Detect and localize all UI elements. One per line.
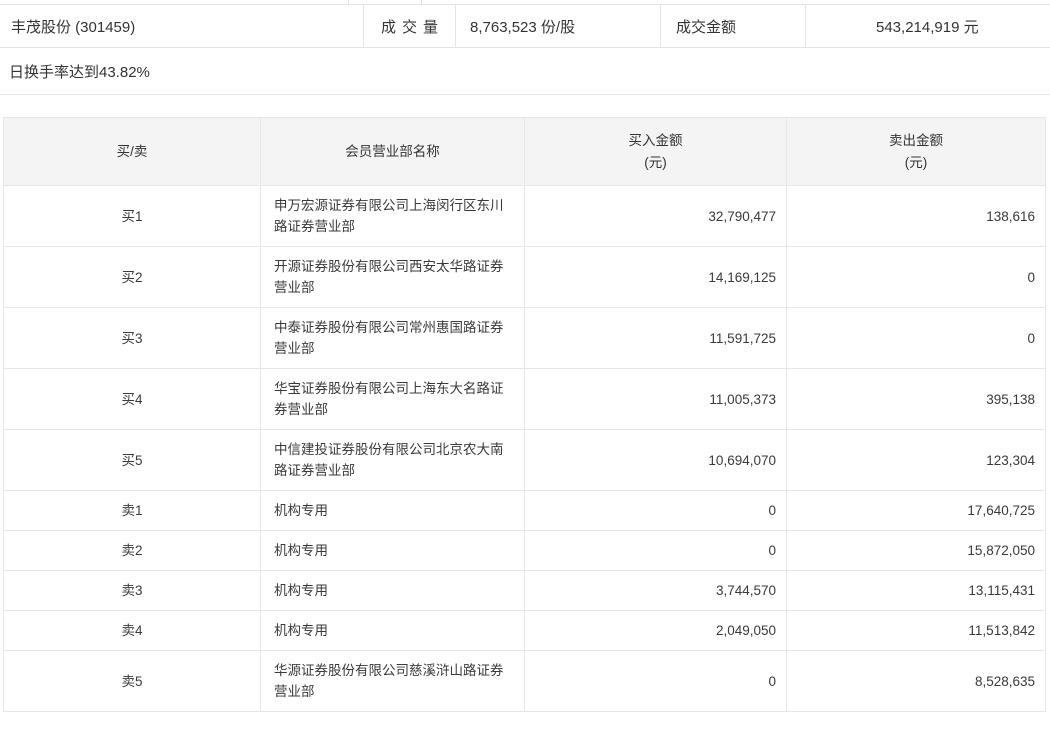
cell-branch-name: 机构专用	[261, 491, 525, 531]
divider	[348, 0, 349, 5]
cell-side: 卖1	[4, 491, 261, 531]
table-row: 卖2 机构专用 0 15,872,050	[4, 531, 1046, 571]
table-row: 卖5 华源证券股份有限公司慈溪浒山路证券营业部 0 8,528,635	[4, 651, 1046, 712]
turnover-note: 日换手率达到43.82%	[0, 48, 1050, 95]
cell-branch-name: 华源证券股份有限公司慈溪浒山路证券营业部	[261, 651, 525, 712]
cell-side: 卖3	[4, 571, 261, 611]
cell-buy-amount: 14,169,125	[525, 247, 787, 308]
cell-sell-amount: 15,872,050	[787, 531, 1046, 571]
cell-buy-amount: 0	[525, 531, 787, 571]
buy-header-line1: 买入金额	[525, 130, 786, 152]
cell-buy-amount: 2,049,050	[525, 611, 787, 651]
stock-detail-page: 丰茂股份 (301459) 成交量 8,763,523 份/股 成交金额 543…	[0, 0, 1050, 733]
col-header-branch: 会员营业部名称	[261, 118, 525, 186]
cell-side: 买2	[4, 247, 261, 308]
cell-sell-amount: 8,528,635	[787, 651, 1046, 712]
cell-sell-amount: 123,304	[787, 430, 1046, 491]
cell-buy-amount: 0	[525, 651, 787, 712]
table-header-row: 买/卖 会员营业部名称 买入金额 (元) 卖出金额 (元)	[4, 118, 1046, 186]
table-row: 买5 中信建投证券股份有限公司北京农大南路证券营业部 10,694,070 12…	[4, 430, 1046, 491]
cell-buy-amount: 3,744,570	[525, 571, 787, 611]
volume-label: 成交量	[363, 5, 455, 47]
buy-header-line2: (元)	[525, 152, 786, 174]
cell-branch-name: 华宝证券股份有限公司上海东大名路证券营业部	[261, 369, 525, 430]
cell-side: 卖5	[4, 651, 261, 712]
cell-side: 买1	[4, 186, 261, 247]
amount-value: 543,214,919 元	[805, 5, 1050, 47]
cell-sell-amount: 395,138	[787, 369, 1046, 430]
table-row: 卖4 机构专用 2,049,050 11,513,842	[4, 611, 1046, 651]
table-row: 买2 开源证券股份有限公司西安太华路证券营业部 14,169,125 0	[4, 247, 1046, 308]
table-row: 买4 华宝证券股份有限公司上海东大名路证券营业部 11,005,373 395,…	[4, 369, 1046, 430]
sell-header-line2: (元)	[787, 152, 1045, 174]
cell-branch-name: 中泰证券股份有限公司常州惠国路证券营业部	[261, 308, 525, 369]
cell-sell-amount: 17,640,725	[787, 491, 1046, 531]
table-row: 卖3 机构专用 3,744,570 13,115,431	[4, 571, 1046, 611]
cell-sell-amount: 0	[787, 247, 1046, 308]
table-row: 卖1 机构专用 0 17,640,725	[4, 491, 1046, 531]
cell-sell-amount: 11,513,842	[787, 611, 1046, 651]
cell-side: 卖4	[4, 611, 261, 651]
cell-sell-amount: 138,616	[787, 186, 1046, 247]
cell-side: 卖2	[4, 531, 261, 571]
cell-side: 买3	[4, 308, 261, 369]
amount-label: 成交金额	[660, 5, 805, 47]
cell-buy-amount: 11,005,373	[525, 369, 787, 430]
stock-title: 丰茂股份 (301459)	[0, 5, 363, 47]
cell-buy-amount: 11,591,725	[525, 308, 787, 369]
cell-branch-name: 申万宏源证券有限公司上海闵行区东川路证券营业部	[261, 186, 525, 247]
cropped-row-fragment	[0, 0, 1050, 5]
table-row: 买1 申万宏源证券有限公司上海闵行区东川路证券营业部 32,790,477 13…	[4, 186, 1046, 247]
cell-buy-amount: 10,694,070	[525, 430, 787, 491]
broker-seats-section: 买/卖 会员营业部名称 买入金额 (元) 卖出金额 (元) 买1 申万宏源证券有…	[3, 117, 1045, 712]
sell-header-line1: 卖出金额	[787, 130, 1045, 152]
cell-buy-amount: 32,790,477	[525, 186, 787, 247]
col-header-buy: 买入金额 (元)	[525, 118, 787, 186]
table-body: 买1 申万宏源证券有限公司上海闵行区东川路证券营业部 32,790,477 13…	[4, 186, 1046, 712]
cell-branch-name: 中信建投证券股份有限公司北京农大南路证券营业部	[261, 430, 525, 491]
col-header-sell: 卖出金额 (元)	[787, 118, 1046, 186]
col-header-side: 买/卖	[4, 118, 261, 186]
cell-sell-amount: 13,115,431	[787, 571, 1046, 611]
cell-buy-amount: 0	[525, 491, 787, 531]
cell-branch-name: 机构专用	[261, 571, 525, 611]
table-row: 买3 中泰证券股份有限公司常州惠国路证券营业部 11,591,725 0	[4, 308, 1046, 369]
summary-bar: 丰茂股份 (301459) 成交量 8,763,523 份/股 成交金额 543…	[0, 5, 1050, 48]
cell-branch-name: 机构专用	[261, 531, 525, 571]
cell-side: 买4	[4, 369, 261, 430]
volume-value: 8,763,523 份/股	[455, 5, 660, 47]
divider	[421, 0, 422, 5]
cell-branch-name: 开源证券股份有限公司西安太华路证券营业部	[261, 247, 525, 308]
cell-branch-name: 机构专用	[261, 611, 525, 651]
cell-side: 买5	[4, 430, 261, 491]
broker-seats-table: 买/卖 会员营业部名称 买入金额 (元) 卖出金额 (元) 买1 申万宏源证券有…	[3, 117, 1046, 712]
cell-sell-amount: 0	[787, 308, 1046, 369]
